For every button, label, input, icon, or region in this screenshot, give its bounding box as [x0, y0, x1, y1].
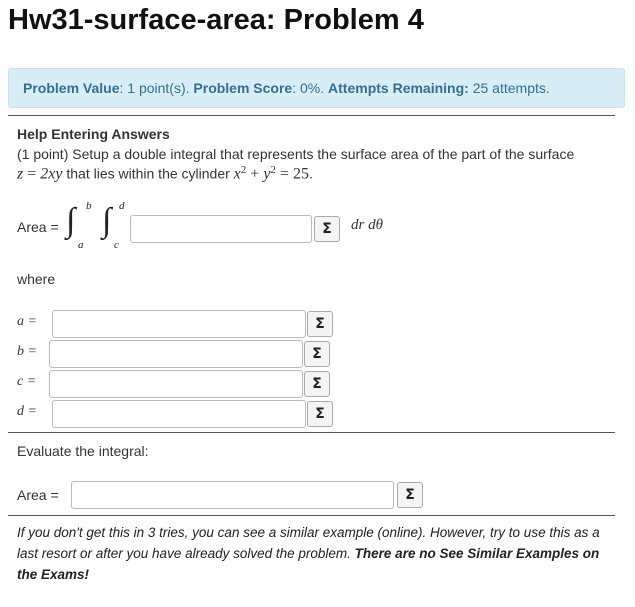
- limit-d-input[interactable]: [52, 400, 306, 428]
- help-entering-answers-link[interactable]: Help Entering Answers: [17, 126, 170, 142]
- limit-a-label: a =: [17, 314, 37, 329]
- upper-limit-d: d: [119, 200, 125, 212]
- lower-limit-c: c: [114, 239, 119, 251]
- sigma-icon[interactable]: Σ: [304, 371, 330, 397]
- sigma-icon[interactable]: Σ: [304, 341, 330, 367]
- limit-a-input[interactable]: [52, 310, 306, 338]
- integrand-input[interactable]: [130, 215, 312, 243]
- footer-note: If you don't get this in 3 tries, you ca…: [17, 525, 600, 582]
- inner-integral-sign: ∫: [102, 202, 112, 239]
- evaluate-label: Evaluate the integral:: [17, 443, 149, 459]
- prompt-line-1: (1 point) Setup a double integral that r…: [17, 146, 575, 162]
- sigma-icon[interactable]: Σ: [314, 216, 340, 242]
- limit-c-label: c =: [17, 374, 37, 389]
- lower-limit-a: a: [78, 239, 84, 251]
- upper-limit-b: b: [86, 200, 92, 212]
- sigma-icon[interactable]: Σ: [307, 311, 333, 337]
- sigma-icon[interactable]: Σ: [307, 401, 333, 427]
- divider: [8, 115, 615, 116]
- area-result-label: Area =: [17, 487, 59, 503]
- problem-score-label: Problem Score: [193, 80, 293, 96]
- problem-value: : 1 point(s).: [119, 80, 194, 96]
- differential-label: dr dθ: [351, 217, 383, 233]
- problem-score: : 0%.: [292, 80, 329, 96]
- limit-b-label: b =: [17, 344, 37, 359]
- page-title: Hw31-surface-area: Problem 4: [8, 4, 424, 36]
- area-label: Area =: [17, 219, 59, 235]
- prompt-line-2: z = 2xy that lies within the cylinder x2…: [17, 164, 313, 183]
- problem-value-label: Problem Value: [23, 80, 120, 96]
- limit-b-input[interactable]: [49, 340, 303, 368]
- status-bar: Problem Value: 1 point(s). Problem Score…: [8, 68, 625, 108]
- attempts-remaining: 25 attempts.: [468, 80, 550, 96]
- where-label: where: [17, 271, 56, 287]
- area-result-input[interactable]: [71, 481, 394, 509]
- attempts-label: Attempts Remaining:: [328, 80, 469, 96]
- outer-integral-sign: ∫: [66, 202, 76, 239]
- divider: [8, 432, 615, 433]
- limit-c-input[interactable]: [49, 370, 303, 398]
- sigma-icon[interactable]: Σ: [397, 482, 423, 508]
- divider: [8, 515, 615, 516]
- limit-d-label: d =: [17, 404, 37, 419]
